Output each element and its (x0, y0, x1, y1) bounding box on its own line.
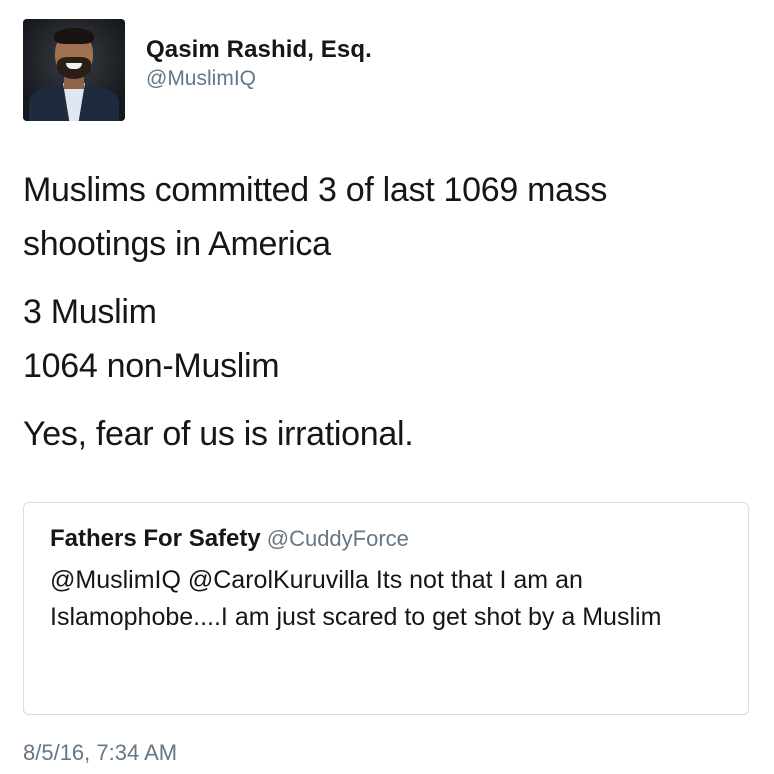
tweet-timestamp[interactable]: 8/5/16, 7:34 AM (23, 738, 177, 768)
author-names: Qasim Rashid, Esq. @MuslimIQ (146, 36, 372, 93)
tweet-card: Qasim Rashid, Esq. @MuslimIQ Muslims com… (0, 0, 774, 774)
quoted-author-handle: @CuddyForce (266, 526, 409, 551)
author-handle[interactable]: @MuslimIQ (146, 65, 372, 93)
author-display-name[interactable]: Qasim Rashid, Esq. (146, 36, 372, 64)
avatar[interactable] (23, 19, 125, 121)
tweet-line-4: Yes, fear of us is irrational. (23, 415, 414, 453)
avatar-hair (54, 28, 94, 44)
quoted-tweet-text: @MuslimIQ @CarolKuruvilla Its not that I… (50, 566, 662, 631)
quoted-tweet-header: Fathers For Safety @CuddyForce (50, 523, 726, 555)
tweet-line-1: Muslims committed 3 of last 1069 mass sh… (23, 171, 608, 263)
tweet-header: Qasim Rashid, Esq. @MuslimIQ (23, 19, 372, 121)
tweet-line-2: 3 Muslim (23, 293, 157, 331)
tweet-body: Muslims committed 3 of last 1069 mass sh… (23, 163, 753, 461)
tweet-line-3: 1064 non-Muslim (23, 347, 280, 385)
quoted-tweet[interactable]: Fathers For Safety @CuddyForce @MuslimIQ … (23, 502, 749, 715)
quoted-author-name: Fathers For Safety (50, 525, 261, 552)
